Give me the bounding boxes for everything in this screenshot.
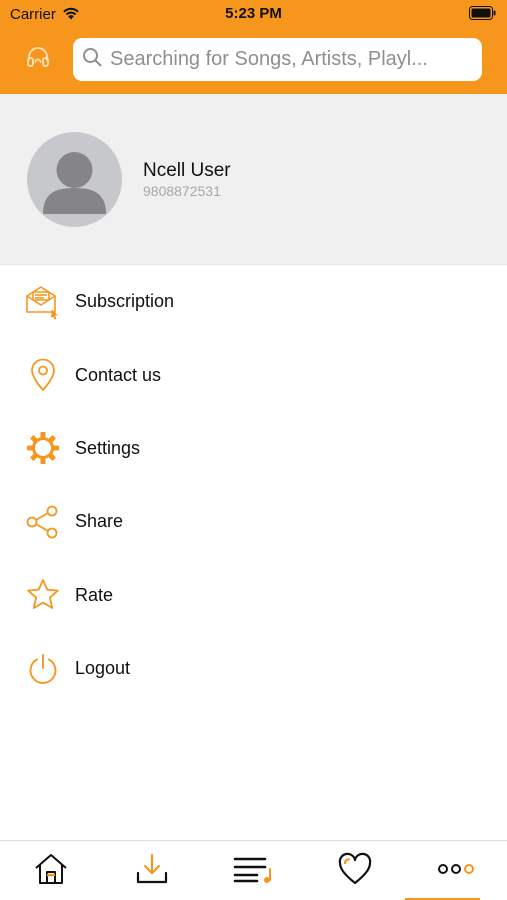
user-placeholder-icon	[43, 152, 106, 214]
share-icon	[24, 503, 62, 541]
battery-icon	[469, 6, 497, 25]
tab-favorites[interactable]	[304, 841, 405, 900]
download-icon	[134, 851, 170, 892]
menu-list: Subscription Contact us Settings Share R…	[0, 265, 507, 705]
star-icon	[24, 576, 62, 614]
subscription-icon	[24, 283, 62, 321]
tab-bar	[0, 840, 507, 900]
tab-more[interactable]	[406, 841, 507, 900]
location-pin-icon	[24, 356, 62, 394]
menu-item-subscription[interactable]: Subscription	[0, 265, 507, 338]
menu-item-share[interactable]: Share	[0, 485, 507, 558]
profile-section: Ncell User 9808872531	[0, 94, 507, 265]
menu-item-logout[interactable]: Logout	[0, 632, 507, 705]
search-placeholder: Searching for Songs, Artists, Playl...	[110, 48, 428, 70]
menu-label-settings: Settings	[75, 437, 141, 458]
menu-label-subscription: Subscription	[75, 291, 175, 312]
search-bar[interactable]: Searching for Songs, Artists, Playl...	[73, 38, 482, 81]
user-name: Ncell User	[143, 160, 231, 181]
status-time: 5:23 PM	[225, 5, 282, 22]
menu-label-rate: Rate	[75, 584, 114, 605]
menu-label-contact-us: Contact us	[75, 364, 162, 385]
menu-item-contact-us[interactable]: Contact us	[0, 338, 507, 411]
avatar[interactable]	[27, 132, 122, 227]
home-icon	[33, 851, 69, 892]
power-icon	[24, 650, 62, 688]
gear-icon	[24, 429, 62, 467]
user-phone: 9808872531	[143, 183, 221, 199]
more-icon	[436, 862, 476, 881]
tab-downloads[interactable]	[101, 841, 202, 900]
menu-item-rate[interactable]: Rate	[0, 559, 507, 632]
tab-home[interactable]	[0, 841, 101, 900]
header-bar: Carrier 5:23 PM Searching for Songs, Art…	[0, 0, 507, 94]
headphones-button[interactable]	[22, 45, 54, 73]
headphones-icon	[26, 46, 50, 73]
menu-item-settings[interactable]: Settings	[0, 412, 507, 485]
playlist-icon	[231, 853, 275, 890]
search-icon	[82, 47, 102, 72]
menu-label-logout: Logout	[75, 658, 131, 679]
heart-icon	[337, 852, 373, 891]
status-bar: Carrier 5:23 PM	[0, 0, 507, 28]
tab-playlist[interactable]	[203, 841, 304, 900]
menu-label-share: Share	[75, 511, 124, 532]
